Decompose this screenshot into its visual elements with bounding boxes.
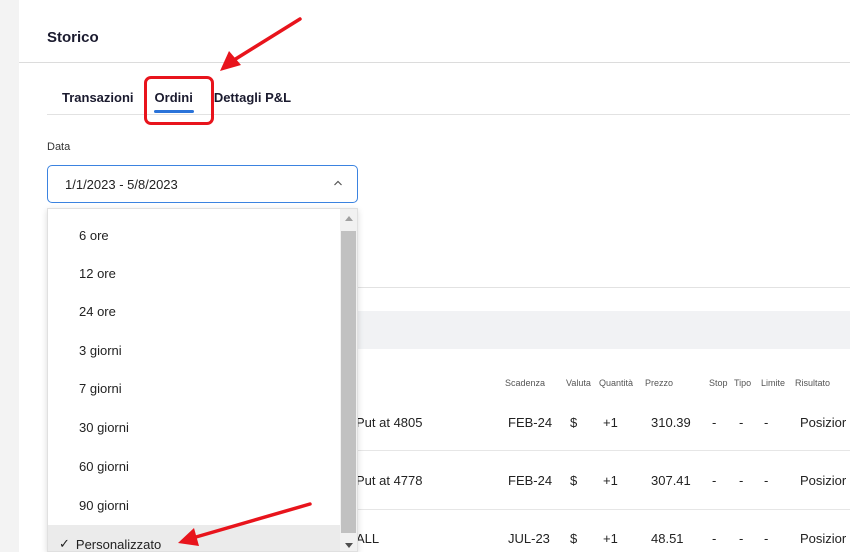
title-divider bbox=[19, 62, 850, 63]
column-header-valuta: Valuta bbox=[566, 378, 591, 388]
section-divider bbox=[340, 287, 850, 288]
row-result: Posizior bbox=[800, 531, 847, 546]
date-range-value: 1/1/2023 - 5/8/2023 bbox=[65, 176, 178, 192]
row-result: Posizior bbox=[800, 415, 847, 430]
row-divider bbox=[340, 450, 850, 451]
row-instrument: Put at 4805 bbox=[356, 415, 423, 430]
option-label: Personalizzato bbox=[75, 536, 162, 552]
page-title: Storico bbox=[47, 29, 99, 46]
option-personalizzato[interactable]: ✓ Personalizzato bbox=[48, 525, 341, 552]
scroll-down-icon[interactable] bbox=[345, 543, 353, 548]
option-30-giorni[interactable]: 30 giorni bbox=[48, 408, 341, 446]
row-price: 310.39 bbox=[651, 415, 691, 430]
option-60-giorni[interactable]: 60 giorni bbox=[48, 447, 341, 485]
check-icon: ✓ bbox=[59, 536, 70, 551]
date-range-dropdown: 6 ore 12 ore 24 ore 3 giorni 7 giorni 30… bbox=[47, 208, 358, 552]
row-expiry: FEB-24 bbox=[508, 415, 553, 430]
row-stop: - bbox=[712, 531, 717, 546]
tab-transazioni[interactable]: Transazioni bbox=[62, 90, 134, 116]
option-12-ore[interactable]: 12 ore bbox=[48, 254, 341, 292]
row-type: - bbox=[739, 473, 744, 488]
row-limit: - bbox=[764, 473, 769, 488]
column-header-tipo: Tipo bbox=[734, 378, 752, 388]
column-header-stop: Stop bbox=[709, 378, 728, 388]
row-price: 307.41 bbox=[651, 473, 691, 488]
row-price: 48.51 bbox=[651, 531, 684, 546]
row-stop: - bbox=[712, 473, 717, 488]
option-3-giorni[interactable]: 3 giorni bbox=[48, 331, 341, 369]
row-expiry: JUL-23 bbox=[508, 531, 550, 546]
date-label: Data bbox=[47, 141, 71, 153]
column-header-prezzo: Prezzo bbox=[645, 378, 674, 388]
annotation-highlight-box bbox=[144, 76, 214, 125]
row-currency: $ bbox=[570, 415, 578, 430]
left-gutter bbox=[0, 0, 19, 552]
annotation-arrow-top bbox=[220, 17, 302, 71]
row-expiry: FEB-24 bbox=[508, 473, 553, 488]
row-limit: - bbox=[764, 415, 769, 430]
row-divider bbox=[340, 509, 850, 510]
dropdown-scrollbar[interactable] bbox=[340, 209, 357, 551]
option-7-giorni[interactable]: 7 giorni bbox=[48, 369, 341, 407]
row-stop: - bbox=[712, 415, 717, 430]
column-header-limite: Limite bbox=[761, 378, 786, 388]
row-quantity: +1 bbox=[603, 415, 618, 430]
row-type: - bbox=[739, 531, 744, 546]
row-limit: - bbox=[764, 531, 769, 546]
column-header-quantita: Quantità bbox=[599, 378, 634, 388]
row-type: - bbox=[739, 415, 744, 430]
scroll-up-icon[interactable] bbox=[345, 216, 353, 221]
chevron-up-icon bbox=[334, 180, 342, 186]
row-currency: $ bbox=[570, 531, 578, 546]
row-instrument: ALL bbox=[356, 531, 380, 546]
option-24-ore[interactable]: 24 ore bbox=[48, 292, 341, 330]
option-6-ore[interactable]: 6 ore bbox=[48, 216, 341, 254]
tab-dettagli-pl[interactable]: Dettagli P&L bbox=[214, 90, 291, 116]
scrollbar-thumb[interactable] bbox=[341, 231, 356, 533]
row-quantity: +1 bbox=[603, 473, 618, 488]
row-currency: $ bbox=[570, 473, 578, 488]
column-header-scadenza: Scadenza bbox=[505, 378, 546, 388]
option-90-giorni[interactable]: 90 giorni bbox=[48, 486, 341, 524]
row-instrument: Put at 4778 bbox=[356, 473, 423, 488]
table-toolbar-band bbox=[340, 311, 850, 349]
column-header-risultato: Risultato bbox=[795, 378, 831, 388]
row-quantity: +1 bbox=[603, 531, 618, 546]
row-result: Posizior bbox=[800, 473, 847, 488]
date-range-select[interactable]: 1/1/2023 - 5/8/2023 bbox=[47, 165, 358, 203]
